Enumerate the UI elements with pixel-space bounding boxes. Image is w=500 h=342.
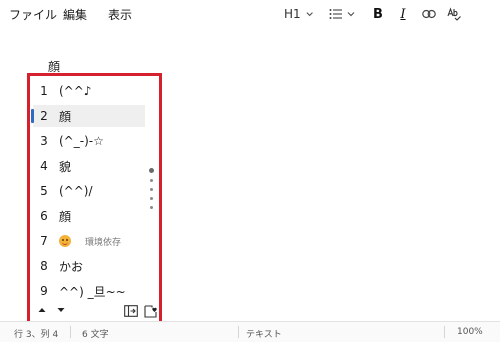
list-dropdown[interactable] <box>328 5 356 23</box>
bold-icon: B <box>373 6 383 22</box>
candidate-text: 貌 <box>59 159 72 174</box>
candidate-item[interactable]: 5 (^^)/ <box>33 180 145 202</box>
page-down-button[interactable] <box>56 305 66 315</box>
candidate-text: 顔 <box>59 209 72 224</box>
arrow-up-icon <box>38 308 46 312</box>
bold-button[interactable]: B <box>370 5 386 23</box>
file-format: テキスト <box>246 330 282 340</box>
scroll-indicator[interactable] <box>149 168 154 215</box>
spellcheck-icon <box>447 7 461 21</box>
status-divider <box>444 326 445 338</box>
menu-bar: ファイル 編集 表示 H1 B I <box>0 0 500 28</box>
candidate-item[interactable]: 4 貌 <box>33 155 145 177</box>
char-count: 6 文字 <box>82 330 109 340</box>
italic-button[interactable]: I <box>395 5 411 23</box>
scroll-dot <box>150 206 153 209</box>
scroll-dot <box>150 188 153 191</box>
candidate-item[interactable]: 7 環境依存 <box>33 230 145 252</box>
candidate-item[interactable]: 8 かお <box>33 255 145 277</box>
link-icon <box>422 9 436 19</box>
ime-candidate-window: 1 (^^♪ 2 顔 3 (^_-)-☆ 4 貌 5 (^^)/ 6 顔 7 環… <box>27 73 162 328</box>
candidate-text: (^^)/ <box>59 184 93 198</box>
heading-label: H1 <box>284 7 301 21</box>
favorite-icon <box>144 305 157 318</box>
scroll-dot <box>150 179 153 182</box>
candidate-number: 3 <box>40 134 48 148</box>
spellcheck-button[interactable] <box>446 5 462 23</box>
favorite-button[interactable] <box>144 305 158 318</box>
scroll-dot-active <box>149 168 154 173</box>
menu-file[interactable]: ファイル <box>9 6 57 23</box>
candidate-item[interactable]: 3 (^_-)-☆ <box>33 130 145 152</box>
candidate-item-selected[interactable]: 2 顔 <box>31 105 145 127</box>
scroll-dot <box>150 197 153 200</box>
candidate-number: 6 <box>40 209 48 223</box>
candidate-item[interactable]: 6 顔 <box>33 205 145 227</box>
chevron-down-icon <box>347 12 354 17</box>
candidate-text: かお <box>59 259 84 274</box>
candidate-number: 4 <box>40 159 48 173</box>
candidate-text: ^^) _旦~~ <box>59 284 126 299</box>
chevron-down-icon <box>306 12 313 17</box>
link-button[interactable] <box>421 5 437 23</box>
candidate-number: 1 <box>40 84 48 98</box>
expand-panel-icon <box>124 305 138 317</box>
status-divider <box>238 326 239 338</box>
candidate-text: (^^♪ <box>59 84 92 98</box>
candidate-note: 環境依存 <box>85 237 122 248</box>
italic-icon: I <box>400 6 406 22</box>
page-up-button[interactable] <box>37 305 47 315</box>
list-icon <box>329 9 342 19</box>
arrow-down-icon <box>57 308 65 312</box>
candidate-number: 2 <box>40 109 48 123</box>
candidate-number: 9 <box>40 284 48 298</box>
expand-panel-button[interactable] <box>124 305 138 317</box>
candidate-text: 顔 <box>59 109 72 124</box>
menu-view[interactable]: 表示 <box>108 6 132 23</box>
status-divider <box>70 326 71 338</box>
selection-marker <box>31 109 34 123</box>
candidate-number: 5 <box>40 184 48 198</box>
zoom-level[interactable]: 100% <box>457 327 483 337</box>
candidate-text: (^_-)-☆ <box>59 134 104 148</box>
heading-dropdown[interactable]: H1 <box>284 5 314 23</box>
candidate-item[interactable]: 1 (^^♪ <box>33 80 145 102</box>
menu-edit[interactable]: 編集 <box>63 6 87 23</box>
candidate-number: 8 <box>40 259 48 273</box>
candidate-number: 7 <box>40 234 48 248</box>
smiling-face-emoji-icon <box>59 235 71 247</box>
status-bar: 行 3、列 4 6 文字 テキスト 100% <box>0 321 500 342</box>
cursor-position: 行 3、列 4 <box>14 330 59 340</box>
